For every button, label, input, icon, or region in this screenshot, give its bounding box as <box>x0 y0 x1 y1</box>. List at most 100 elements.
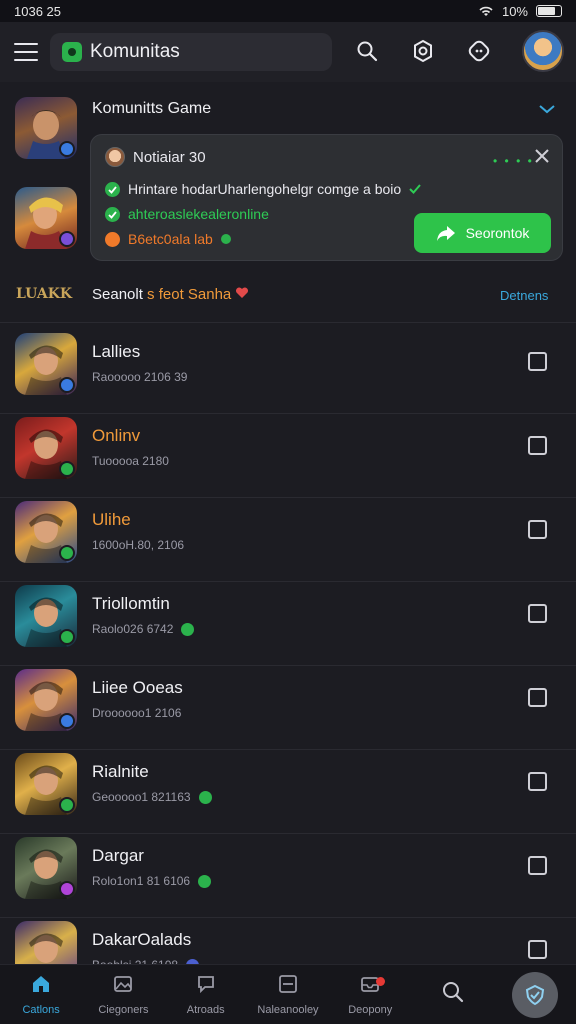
gem-icon <box>220 234 231 244</box>
section-label-highlight: s feot Sanha <box>147 286 232 303</box>
game-name: Triollomtin <box>92 594 170 613</box>
game-meta: 1600oH.80, 2106 <box>92 538 184 552</box>
shield-fab-icon[interactable] <box>511 971 558 1018</box>
gem-icon <box>198 874 212 888</box>
game-meta-text: 1600oH.80, 2106 <box>92 538 185 552</box>
nav-label: Ciegoners <box>98 1004 149 1016</box>
section-label: Seanolt s feot Sanha <box>92 286 249 303</box>
nav-item-search[interactable] <box>411 965 493 1024</box>
game-checkbox[interactable] <box>528 688 547 707</box>
nav-item-image[interactable]: Ciegoners <box>82 965 164 1024</box>
gem-icon <box>198 790 212 804</box>
game-checkbox[interactable] <box>528 436 547 455</box>
game-row[interactable]: Rialnite Geooooo1 821163 <box>0 750 576 834</box>
section-header: LUAKK Seanolt s feot Sanha Detnens <box>0 270 576 318</box>
status-right: 10% <box>478 4 562 19</box>
battery-icon <box>536 5 562 17</box>
battery-percent: 10% <box>501 3 528 19</box>
game-row[interactable]: Liiee Ooeas Droooooo1 2106 <box>0 666 576 750</box>
game-name: Rialnite <box>92 762 149 781</box>
menu-icon[interactable] <box>14 43 38 61</box>
game-icon <box>15 501 77 563</box>
game-name: Ulihe <box>92 510 131 529</box>
game-name: Lallies <box>92 342 141 361</box>
section-logo: LUAKK <box>16 286 73 302</box>
notification-line-2: ahteroaslekealeronline <box>105 206 269 222</box>
game-meta-text: Rolo1on1 81 6106 <box>92 874 191 888</box>
top-actions <box>354 30 564 72</box>
orange-dot-icon <box>105 231 120 247</box>
share-arrow-icon <box>436 226 455 241</box>
game-name: Dargar <box>92 846 144 865</box>
nav-item-home[interactable]: Catlons <box>0 965 82 1024</box>
community-title: Komunitts Game <box>92 100 212 117</box>
game-meta: Raolo026 6742 <box>92 622 195 636</box>
check-icon <box>409 183 421 195</box>
search-icon[interactable] <box>354 38 380 64</box>
game-badge-icon <box>59 461 75 477</box>
game-icon <box>15 585 77 647</box>
community-selector[interactable]: Komunitas <box>50 33 332 71</box>
folder-icon <box>277 973 299 1000</box>
game-meta: Rolo1on1 81 6106 <box>92 874 212 888</box>
game-checkbox[interactable] <box>528 604 547 623</box>
game-icon <box>15 669 77 731</box>
game-meta: Raooooo 2106 39 <box>92 370 187 384</box>
game-icon <box>15 753 77 815</box>
status-bar: 1036 25 10% <box>0 0 576 22</box>
game-badge-icon <box>59 545 75 561</box>
notification-dots: • • • • <box>493 154 534 168</box>
heart-icon <box>236 287 249 298</box>
notification-line-text: ahteroaslekealeronline <box>128 206 269 222</box>
notification-header: Notiaiar 30 <box>105 147 206 167</box>
game-row[interactable]: Triollomtin Raolo026 6742 <box>0 582 576 666</box>
game-checkbox[interactable] <box>528 520 547 539</box>
game-icon <box>15 417 77 479</box>
game-row[interactable]: Lallies Raooooo 2106 39 <box>0 330 576 414</box>
settings-icon[interactable] <box>410 38 436 64</box>
game-badge-icon <box>59 713 75 729</box>
notification-dot <box>376 976 386 986</box>
profile-avatar[interactable] <box>522 30 564 72</box>
game-meta: Tuooooa 2180 <box>92 454 169 468</box>
game-badge-icon <box>59 797 75 813</box>
nav-item-chat[interactable]: Atroads <box>165 965 247 1024</box>
search-icon <box>441 980 465 1009</box>
notification-action-button[interactable]: Seorontok <box>414 213 551 253</box>
notification-action-label: Seorontok <box>465 225 530 241</box>
community-logo-icon <box>62 42 82 62</box>
nav-label: Catlons <box>22 1004 60 1016</box>
game-row[interactable]: Dargar Rolo1on1 81 6106 <box>0 834 576 918</box>
game-name: Onlinv <box>92 426 141 445</box>
chevron-down-icon[interactable] <box>538 102 556 116</box>
game-row[interactable]: Onlinv Tuooooa 2180 <box>0 414 576 498</box>
wifi-icon <box>479 6 493 16</box>
game-checkbox[interactable] <box>528 352 547 371</box>
notification-card: Notiaiar 30 • • • • Hrintare hodarUharle… <box>90 134 563 261</box>
game-name: Liiee Ooeas <box>92 678 183 697</box>
check-icon <box>105 206 120 222</box>
section-details-link[interactable]: Detnens <box>500 288 548 303</box>
game-meta-text: Raooooo 2106 39 <box>92 370 188 384</box>
featured-game-icon-2[interactable] <box>15 187 77 249</box>
nav-item-shield-fab[interactable] <box>494 965 576 1024</box>
nav-item-folder[interactable]: Naleanooley <box>247 965 329 1024</box>
notification-line-1: Hrintare hodarUharlengohelgr comge a boi… <box>105 181 421 197</box>
featured-game-icon-1[interactable] <box>15 97 77 159</box>
notification-line-3: B6etc0ala lab <box>105 231 231 247</box>
game-name: DakarOalads <box>92 930 192 949</box>
nav-item-inbox[interactable]: Deopony <box>329 965 411 1024</box>
gem-icon <box>181 622 195 636</box>
game-row[interactable]: Ulihe 1600oH.80, 2106 <box>0 498 576 582</box>
game-checkbox[interactable] <box>528 772 547 791</box>
notification-line-text: Hrintare hodarUharlengohelgr comge a boi… <box>128 181 402 197</box>
app-title: Komunitas <box>90 41 180 62</box>
close-icon[interactable] <box>532 146 552 166</box>
game-meta-text: Tuooooa 2180 <box>92 454 169 468</box>
image-icon <box>112 973 134 1000</box>
gamepad-icon[interactable] <box>466 38 492 64</box>
home-icon <box>30 973 52 1000</box>
nav-label: Deopony <box>348 1004 393 1016</box>
game-checkbox[interactable] <box>528 940 547 959</box>
game-checkbox[interactable] <box>528 856 547 875</box>
